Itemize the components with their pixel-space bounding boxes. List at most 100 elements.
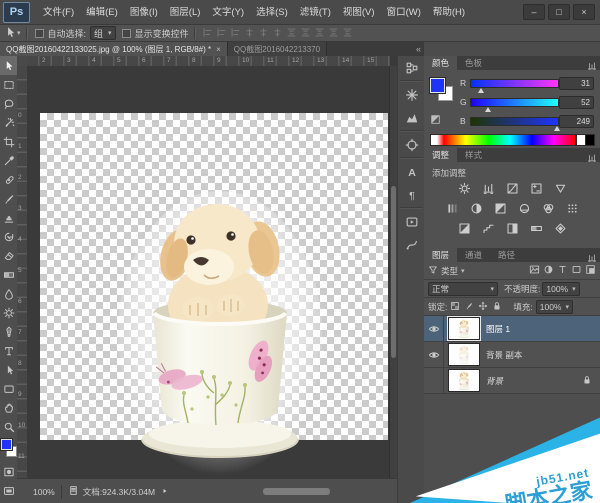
history-panel-button[interactable]: [398, 56, 425, 79]
crop-tool[interactable]: [0, 132, 17, 151]
eye-icon[interactable]: [428, 349, 440, 361]
vertical-scrollbar[interactable]: [389, 66, 397, 478]
align-left-edges-icon[interactable]: [244, 27, 255, 38]
photo-filter-adjustment-button[interactable]: [516, 200, 533, 216]
tab-图层[interactable]: 图层: [424, 248, 457, 262]
layer-thumbnail[interactable]: [448, 343, 480, 366]
screen-mode-tool[interactable]: [0, 481, 17, 500]
menu-item[interactable]: 文件(F): [37, 1, 80, 24]
document-viewport[interactable]: [27, 66, 390, 478]
foreground-color-swatch[interactable]: [430, 78, 445, 93]
tab-路径[interactable]: 路径: [490, 248, 523, 262]
blur-tool[interactable]: [0, 284, 17, 303]
menu-item[interactable]: 滤镜(T): [294, 1, 337, 24]
threshold-adjustment-button[interactable]: [504, 220, 521, 236]
hand-tool[interactable]: [0, 398, 17, 417]
layer-row[interactable]: 背景 副本: [424, 342, 600, 368]
healing-brush-tool[interactable]: [0, 170, 17, 189]
layer-name[interactable]: 背景 副本: [486, 349, 522, 361]
layer-visibility-toggle[interactable]: [424, 342, 444, 367]
eyedropper-tool[interactable]: [0, 151, 17, 170]
slider-thumb-icon[interactable]: [478, 88, 484, 93]
curves-adjustment-button[interactable]: [504, 180, 521, 196]
vibrance-adjustment-button[interactable]: [552, 180, 569, 196]
menu-item[interactable]: 图层(L): [164, 1, 207, 24]
menu-item[interactable]: 选择(S): [250, 1, 294, 24]
auto-select-dropdown[interactable]: 组 ▾: [90, 26, 116, 40]
channel-value[interactable]: 52: [559, 96, 594, 109]
foreground-color-swatch[interactable]: [1, 439, 12, 450]
brightness-contrast-adjustment-button[interactable]: [456, 180, 473, 196]
filter-kind-label[interactable]: 类型: [441, 265, 458, 277]
distribute-vertical-centers-icon[interactable]: [300, 27, 311, 38]
channel-slider[interactable]: [470, 79, 560, 88]
move-tool[interactable]: [0, 56, 17, 75]
history-brush-tool[interactable]: [0, 227, 17, 246]
magic-wand-tool[interactable]: [0, 113, 17, 132]
channel-slider[interactable]: [470, 98, 560, 107]
zoom-tool[interactable]: [0, 417, 17, 436]
layer-visibility-toggle[interactable]: [424, 368, 444, 393]
color-lookup-adjustment-button[interactable]: [564, 200, 581, 216]
tab-通道[interactable]: 通道: [457, 248, 490, 262]
paragraph-panel-button[interactable]: ¶: [398, 183, 425, 206]
eraser-tool[interactable]: [0, 246, 17, 265]
tab-颜色[interactable]: 颜色: [424, 56, 457, 70]
actions-panel-button[interactable]: [398, 210, 425, 233]
histogram-panel-button[interactable]: [398, 106, 425, 129]
gradient-tool[interactable]: [0, 265, 17, 284]
distribute-top-edges-icon[interactable]: [286, 27, 297, 38]
properties-panel-button[interactable]: [398, 83, 425, 106]
color-spectrum-ramp[interactable]: [430, 134, 576, 146]
rectangular-marquee-tool[interactable]: [0, 75, 17, 94]
tab-调整[interactable]: 调整: [424, 148, 457, 162]
lasso-tool[interactable]: [0, 94, 17, 113]
channel-slider[interactable]: [470, 117, 560, 126]
tab-色板[interactable]: 色板: [457, 56, 490, 70]
opacity-dropdown[interactable]: 100% ▾: [542, 282, 579, 296]
tool-presets-panel-button[interactable]: [398, 233, 425, 256]
eye-icon[interactable]: [428, 323, 440, 335]
menu-item[interactable]: 文字(Y): [206, 1, 250, 24]
black-chip[interactable]: [585, 134, 595, 146]
lock-pixels-button[interactable]: [464, 301, 474, 313]
show-transform-checkbox[interactable]: [122, 29, 131, 38]
quick-mask-tool[interactable]: [0, 462, 17, 481]
clone-stamp-tool[interactable]: [0, 208, 17, 227]
distribute-left-edges-icon[interactable]: [328, 27, 339, 38]
vertical-scrollbar-thumb[interactable]: [391, 186, 396, 358]
blend-mode-dropdown[interactable]: 正常 ▾: [428, 282, 498, 296]
menu-item[interactable]: 帮助(H): [427, 1, 471, 24]
layer-thumbnail[interactable]: [448, 317, 480, 340]
layer-name[interactable]: 背景: [486, 375, 503, 387]
collapse-dock-icon[interactable]: «: [416, 44, 420, 54]
levels-adjustment-button[interactable]: [480, 180, 497, 196]
black-white-adjustment-button[interactable]: [492, 200, 509, 216]
lock-position-button[interactable]: [478, 301, 488, 313]
align-horizontal-centers-icon[interactable]: [258, 27, 269, 38]
arrow-right-icon[interactable]: [161, 487, 169, 495]
close-button[interactable]: ×: [573, 4, 595, 20]
fill-dropdown[interactable]: 100% ▾: [536, 300, 573, 314]
align-vertical-centers-icon[interactable]: [216, 27, 227, 38]
filter-shape-button[interactable]: [571, 264, 582, 277]
layer-name[interactable]: 图层 1: [486, 323, 510, 335]
document-tab[interactable]: QQ截图20160422133025.jpg @ 100% (图层 1, RGB…: [0, 42, 228, 56]
gradient-map-adjustment-button[interactable]: [528, 220, 545, 236]
character-panel-button[interactable]: A: [398, 160, 425, 183]
distribute-bottom-edges-icon[interactable]: [314, 27, 325, 38]
invert-adjustment-button[interactable]: [456, 220, 473, 236]
minimize-button[interactable]: –: [523, 4, 545, 20]
path-selection-tool[interactable]: [0, 360, 17, 379]
funnel-icon[interactable]: [428, 265, 438, 275]
close-tab-icon[interactable]: ×: [216, 45, 221, 54]
tool-color-swatches[interactable]: [0, 438, 17, 462]
hue-saturation-adjustment-button[interactable]: [444, 200, 461, 216]
layer-thumbnail[interactable]: [448, 369, 480, 392]
brush-tool[interactable]: [0, 189, 17, 208]
maximize-button[interactable]: □: [548, 4, 570, 20]
channel-value[interactable]: 31: [559, 77, 594, 90]
channel-mixer-adjustment-button[interactable]: [540, 200, 557, 216]
distribute-horizontal-centers-icon[interactable]: [342, 27, 353, 38]
slider-thumb-icon[interactable]: [554, 126, 560, 131]
